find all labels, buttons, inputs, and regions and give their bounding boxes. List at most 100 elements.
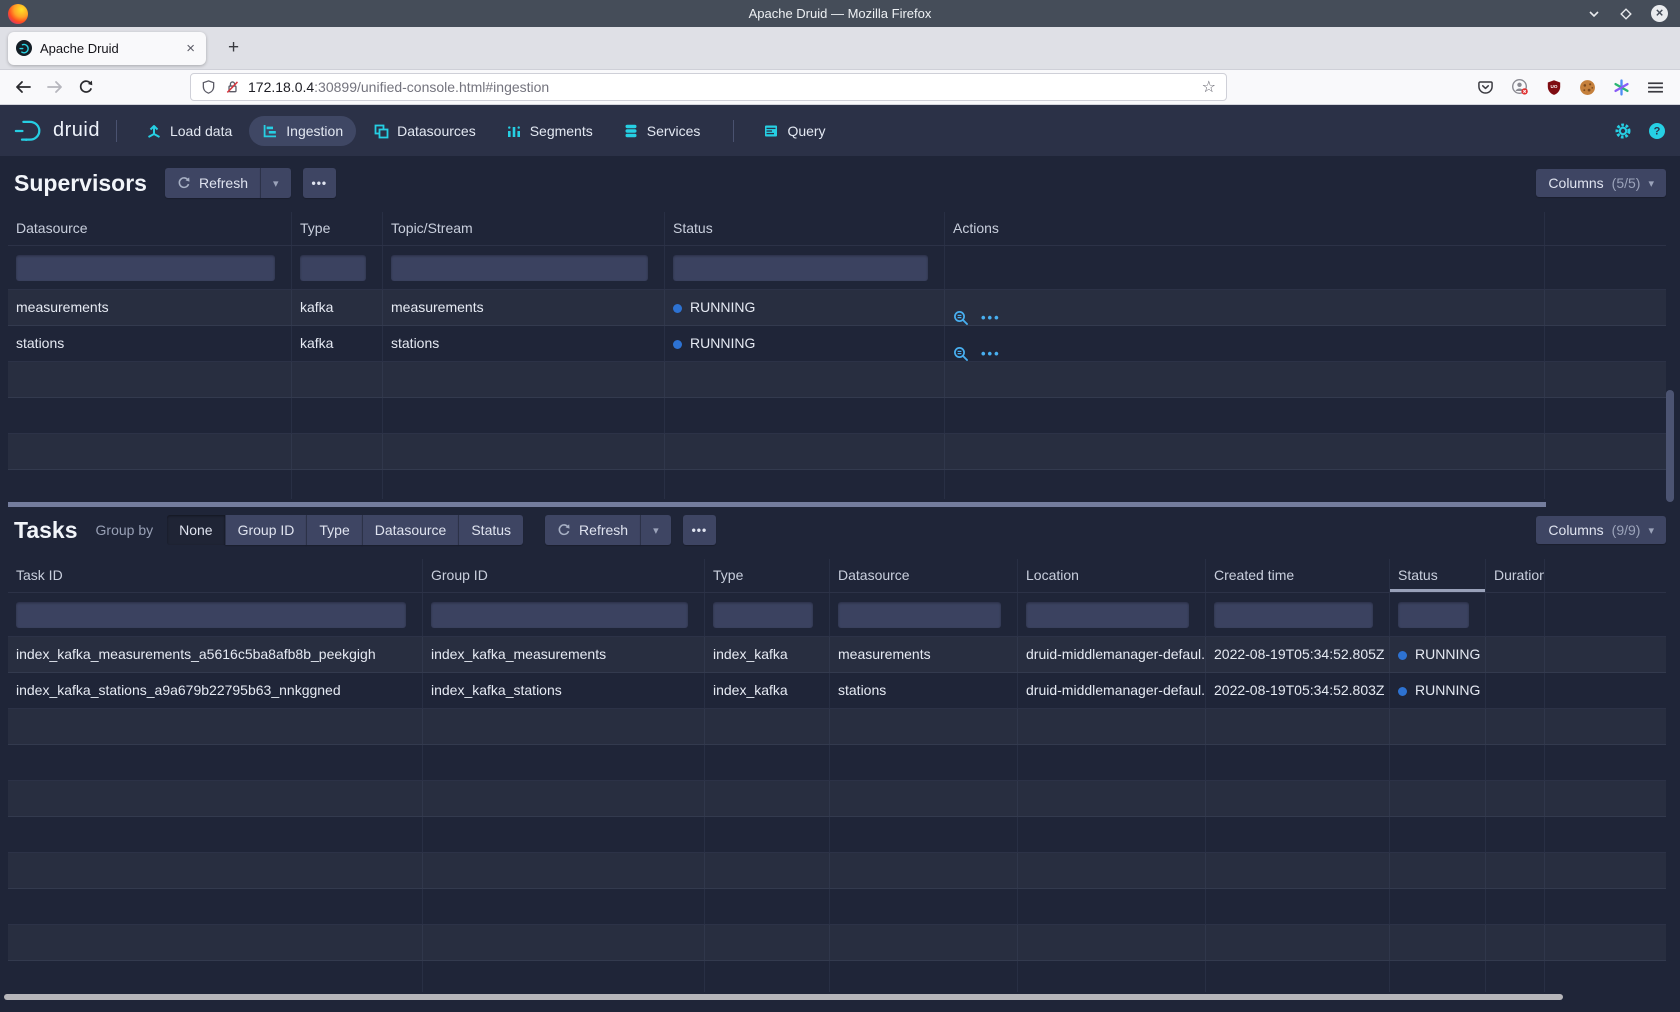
nav-label: Services [647, 123, 701, 139]
group-by-label: Group by [96, 522, 154, 538]
tasks-horizontal-scrollbar[interactable] [4, 994, 1563, 1000]
cell-topic: stations [383, 326, 665, 361]
url-bar[interactable]: 172.18.0.4:30899/unified-console.html#in… [190, 73, 1227, 101]
status-dot [1398, 651, 1407, 660]
col-header-group-id[interactable]: Group ID [423, 559, 705, 592]
filter-created-time-input[interactable] [1214, 602, 1373, 628]
forward-button[interactable] [46, 79, 64, 95]
supervisors-horizontal-scrollbar[interactable] [8, 502, 1546, 507]
tasks-columns-button[interactable]: Columns (9/9) ▾ [1536, 516, 1666, 544]
url-text[interactable]: 172.18.0.4:30899/unified-console.html#in… [248, 79, 1202, 95]
insecure-lock-icon[interactable] [225, 79, 240, 95]
filter-status-input[interactable] [673, 255, 928, 281]
col-header-task-id[interactable]: Task ID [8, 559, 423, 592]
group-by-type-button[interactable]: Type [306, 515, 361, 545]
chevron-down-icon: ▾ [273, 177, 279, 190]
filter-type-input[interactable] [300, 255, 366, 281]
nav-item-ingestion[interactable]: Ingestion [249, 116, 356, 146]
reload-button[interactable] [78, 79, 94, 95]
supervisors-refresh-button[interactable]: Refresh [165, 168, 260, 198]
supervisors-table: Datasource Type Topic/Stream Status Acti… [8, 212, 1666, 499]
supervisor-row[interactable]: stations kafka stations RUNNING ••• [8, 326, 1666, 362]
empty-row [8, 781, 1666, 817]
filter-location-input[interactable] [1026, 602, 1189, 628]
nav-label: Ingestion [286, 123, 343, 139]
help-icon[interactable]: ? [1648, 122, 1666, 140]
col-header-datasource[interactable]: Datasource [8, 212, 292, 245]
task-row[interactable]: index_kafka_stations_a9a679b22795b63_nnk… [8, 673, 1666, 709]
tasks-refresh-button[interactable]: Refresh [545, 515, 640, 545]
new-tab-button[interactable]: + [220, 35, 247, 61]
group-by-datasource-button[interactable]: Datasource [362, 515, 459, 545]
menu-hamburger-icon[interactable] [1647, 80, 1664, 95]
nav-item-datasources[interactable]: Datasources [360, 116, 489, 146]
supervisors-columns-button[interactable]: Columns (5/5) ▾ [1536, 169, 1666, 197]
status-text: RUNNING [690, 299, 755, 315]
supervisors-more-button[interactable]: ••• [303, 168, 337, 198]
col-header-topic-stream[interactable]: Topic/Stream [383, 212, 665, 245]
settings-gear-icon[interactable] [1614, 122, 1632, 140]
account-icon[interactable] [1511, 78, 1529, 96]
col-header-created-time[interactable]: Created time [1206, 559, 1390, 592]
group-by-none-button[interactable]: None [167, 515, 224, 545]
druid-favicon-icon [16, 40, 32, 56]
back-button[interactable] [14, 79, 32, 95]
tasks-more-button[interactable]: ••• [683, 515, 717, 545]
task-row[interactable]: index_kafka_measurements_a5616c5ba8afb8b… [8, 637, 1666, 673]
inspect-magnifier-icon[interactable] [953, 310, 969, 326]
nav-item-segments[interactable]: Segments [493, 116, 606, 146]
col-header-datasource[interactable]: Datasource [830, 559, 1018, 592]
extension-asterisk-icon[interactable] [1613, 79, 1630, 96]
filter-datasource-input[interactable] [16, 255, 275, 281]
col-header-duration[interactable]: Duration [1486, 559, 1545, 592]
supervisors-header-row: Datasource Type Topic/Stream Status Acti… [8, 212, 1666, 246]
druid-brand[interactable]: druid [14, 118, 100, 144]
pocket-icon[interactable] [1477, 79, 1494, 96]
row-more-actions-icon[interactable]: ••• [981, 336, 1001, 361]
bookmark-star-icon[interactable]: ☆ [1202, 77, 1216, 97]
nav-item-query[interactable]: Query [750, 116, 838, 146]
col-header-type[interactable]: Type [705, 559, 830, 592]
nav-item-services[interactable]: Services [610, 116, 714, 146]
tab-close-icon[interactable]: × [183, 40, 198, 57]
columns-count: (5/5) [1612, 175, 1641, 191]
supervisor-row[interactable]: measurements kafka measurements RUNNING … [8, 290, 1666, 326]
col-header-location[interactable]: Location [1018, 559, 1206, 592]
empty-row [8, 853, 1666, 889]
tracking-shield-icon[interactable] [201, 79, 216, 95]
empty-row [8, 398, 1666, 434]
window-close-button[interactable]: × [1651, 5, 1668, 22]
col-header-status[interactable]: Status [665, 212, 945, 245]
filter-status-input[interactable] [1398, 602, 1469, 628]
group-by-group-id-button[interactable]: Group ID [225, 515, 307, 545]
empty-row [8, 889, 1666, 925]
group-by-status-button[interactable]: Status [458, 515, 523, 545]
cookie-icon[interactable] [1579, 79, 1596, 96]
col-header-actions[interactable]: Actions [945, 212, 1545, 245]
cell-created-time: 2022-08-19T05:34:52.803Z [1206, 673, 1390, 708]
chevron-down-icon: ▾ [653, 524, 659, 537]
status-text: RUNNING [1415, 646, 1480, 662]
empty-row [8, 470, 1666, 499]
filter-task-id-input[interactable] [16, 602, 406, 628]
columns-label: Columns [1548, 522, 1603, 538]
inspect-magnifier-icon[interactable] [953, 346, 969, 362]
ublock-origin-icon[interactable]: UO [1546, 79, 1562, 96]
col-header-status-sorted[interactable]: Status [1390, 559, 1486, 592]
filter-datasource-input[interactable] [838, 602, 1001, 628]
window-maximize-button[interactable] [1619, 7, 1633, 21]
supervisors-vertical-scrollbar[interactable] [1666, 390, 1674, 502]
druid-logo-icon [14, 118, 44, 144]
filter-group-id-input[interactable] [431, 602, 688, 628]
url-host: 172.18.0.4 [248, 79, 314, 95]
supervisors-refresh-caret-button[interactable]: ▾ [260, 168, 291, 198]
nav-item-load-data[interactable]: Load data [133, 116, 245, 146]
tab-apache-druid[interactable]: Apache Druid × [8, 32, 206, 65]
cell-status: RUNNING [665, 290, 945, 325]
filter-type-input[interactable] [713, 602, 813, 628]
row-more-actions-icon[interactable]: ••• [981, 300, 1001, 325]
filter-topic-input[interactable] [391, 255, 648, 281]
window-minimize-button[interactable] [1587, 7, 1601, 21]
col-header-type[interactable]: Type [292, 212, 383, 245]
tasks-refresh-caret-button[interactable]: ▾ [640, 515, 671, 545]
